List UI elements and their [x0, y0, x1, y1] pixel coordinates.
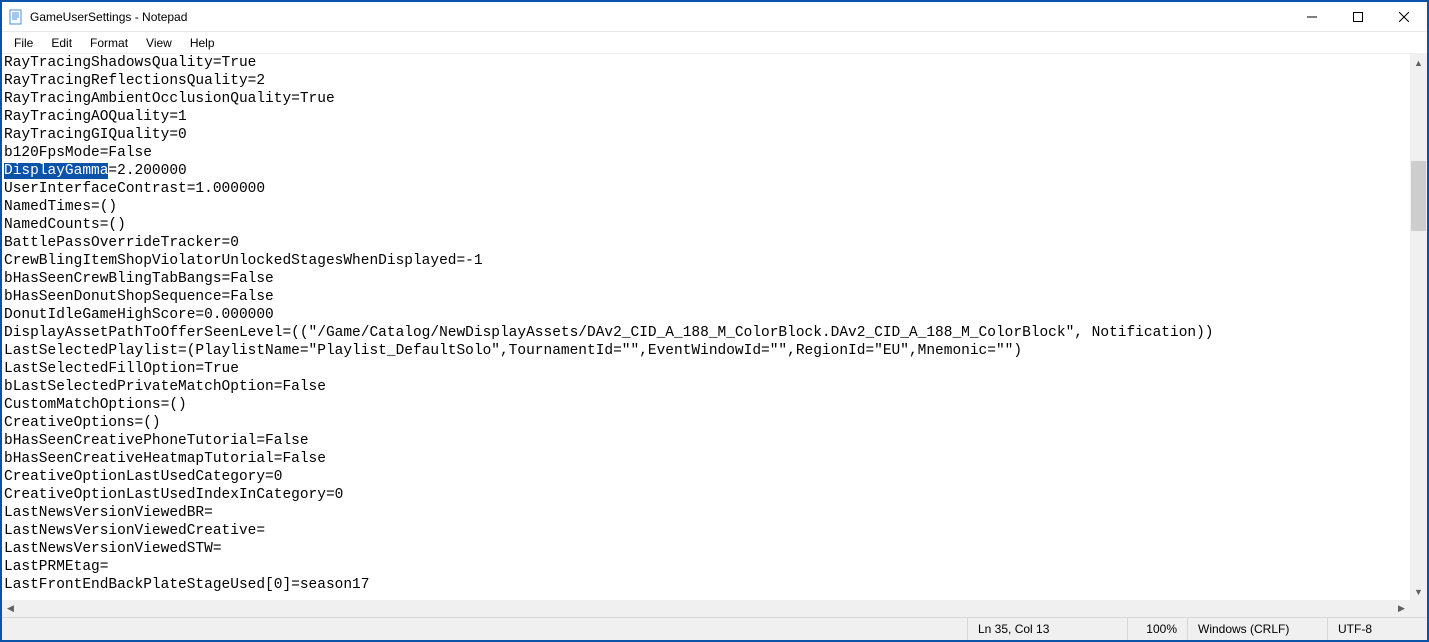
- statusbar: Ln 35, Col 13 100% Windows (CRLF) UTF-8: [2, 617, 1427, 640]
- scroll-corner: [1410, 600, 1427, 617]
- text-line[interactable]: CreativeOptionLastUsedIndexInCategory=0: [4, 486, 1408, 504]
- status-zoom: 100%: [1127, 618, 1187, 640]
- text-line[interactable]: LastSelectedFillOption=True: [4, 360, 1408, 378]
- text-editor[interactable]: RayTracingShadowsQuality=TrueRayTracingR…: [2, 54, 1410, 600]
- text-line[interactable]: b120FpsMode=False: [4, 144, 1408, 162]
- close-button[interactable]: [1381, 2, 1427, 31]
- text-line[interactable]: LastNewsVersionViewedBR=: [4, 504, 1408, 522]
- scroll-down-icon[interactable]: ▼: [1410, 583, 1427, 600]
- menu-edit[interactable]: Edit: [43, 34, 80, 52]
- scroll-left-icon[interactable]: ◀: [2, 600, 19, 617]
- text-line[interactable]: LastPRMEtag=: [4, 558, 1408, 576]
- scroll-right-icon[interactable]: ▶: [1393, 600, 1410, 617]
- vscroll-thumb[interactable]: [1411, 161, 1426, 231]
- text-line[interactable]: CustomMatchOptions=(): [4, 396, 1408, 414]
- status-line-ending: Windows (CRLF): [1187, 618, 1327, 640]
- horizontal-scrollbar[interactable]: ◀ ▶: [2, 600, 1410, 617]
- notepad-window: GameUserSettings - Notepad File Edit For…: [0, 0, 1429, 642]
- text-line[interactable]: LastSelectedPlaylist=(PlaylistName="Play…: [4, 342, 1408, 360]
- window-title: GameUserSettings - Notepad: [30, 10, 187, 24]
- menu-view[interactable]: View: [138, 34, 180, 52]
- editor-container: RayTracingShadowsQuality=TrueRayTracingR…: [2, 54, 1427, 617]
- status-position: Ln 35, Col 13: [967, 618, 1127, 640]
- status-encoding: UTF-8: [1327, 618, 1427, 640]
- text-line[interactable]: NamedTimes=(): [4, 198, 1408, 216]
- menu-file[interactable]: File: [6, 34, 41, 52]
- menubar: File Edit Format View Help: [2, 32, 1427, 54]
- text-line[interactable]: RayTracingAOQuality=1: [4, 108, 1408, 126]
- text-line[interactable]: LastNewsVersionViewedSTW=: [4, 540, 1408, 558]
- vertical-scrollbar[interactable]: ▲ ▼: [1410, 54, 1427, 600]
- text-line[interactable]: RayTracingShadowsQuality=True: [4, 54, 1408, 72]
- text-line[interactable]: UserInterfaceContrast=1.000000: [4, 180, 1408, 198]
- text-line[interactable]: BattlePassOverrideTracker=0: [4, 234, 1408, 252]
- status-spacer: [2, 618, 967, 640]
- text-line[interactable]: NamedCounts=(): [4, 216, 1408, 234]
- text-line[interactable]: bLastSelectedPrivateMatchOption=False: [4, 378, 1408, 396]
- text-line[interactable]: RayTracingAmbientOcclusionQuality=True: [4, 90, 1408, 108]
- text-selection[interactable]: DisplayGamma: [4, 163, 108, 179]
- text-line[interactable]: DisplayAssetPathToOfferSeenLevel=(("/Gam…: [4, 324, 1408, 342]
- text-line[interactable]: CreativeOptionLastUsedCategory=0: [4, 468, 1408, 486]
- text-line[interactable]: LastFrontEndBackPlateStageUsed[0]=season…: [4, 576, 1408, 594]
- minimize-button[interactable]: [1289, 2, 1335, 31]
- text-line[interactable]: bHasSeenCreativePhoneTutorial=False: [4, 432, 1408, 450]
- menu-help[interactable]: Help: [182, 34, 223, 52]
- text-line[interactable]: bHasSeenDonutShopSequence=False: [4, 288, 1408, 306]
- titlebar[interactable]: GameUserSettings - Notepad: [2, 2, 1427, 32]
- vscroll-track[interactable]: [1410, 71, 1427, 583]
- text-line[interactable]: bHasSeenCrewBlingTabBangs=False: [4, 270, 1408, 288]
- text-line[interactable]: CrewBlingItemShopViolatorUnlockedStagesW…: [4, 252, 1408, 270]
- text-line[interactable]: CreativeOptions=(): [4, 414, 1408, 432]
- maximize-button[interactable]: [1335, 2, 1381, 31]
- text-line[interactable]: LastNewsVersionViewedCreative=: [4, 522, 1408, 540]
- scroll-up-icon[interactable]: ▲: [1410, 54, 1427, 71]
- text-line[interactable]: DonutIdleGameHighScore=0.000000: [4, 306, 1408, 324]
- menu-format[interactable]: Format: [82, 34, 136, 52]
- text-line[interactable]: RayTracingGIQuality=0: [4, 126, 1408, 144]
- notepad-app-icon: [8, 9, 24, 25]
- text-line[interactable]: DisplayGamma=2.200000: [4, 162, 1408, 180]
- window-controls: [1289, 2, 1427, 31]
- text-line[interactable]: RayTracingReflectionsQuality=2: [4, 72, 1408, 90]
- text-line[interactable]: bHasSeenCreativeHeatmapTutorial=False: [4, 450, 1408, 468]
